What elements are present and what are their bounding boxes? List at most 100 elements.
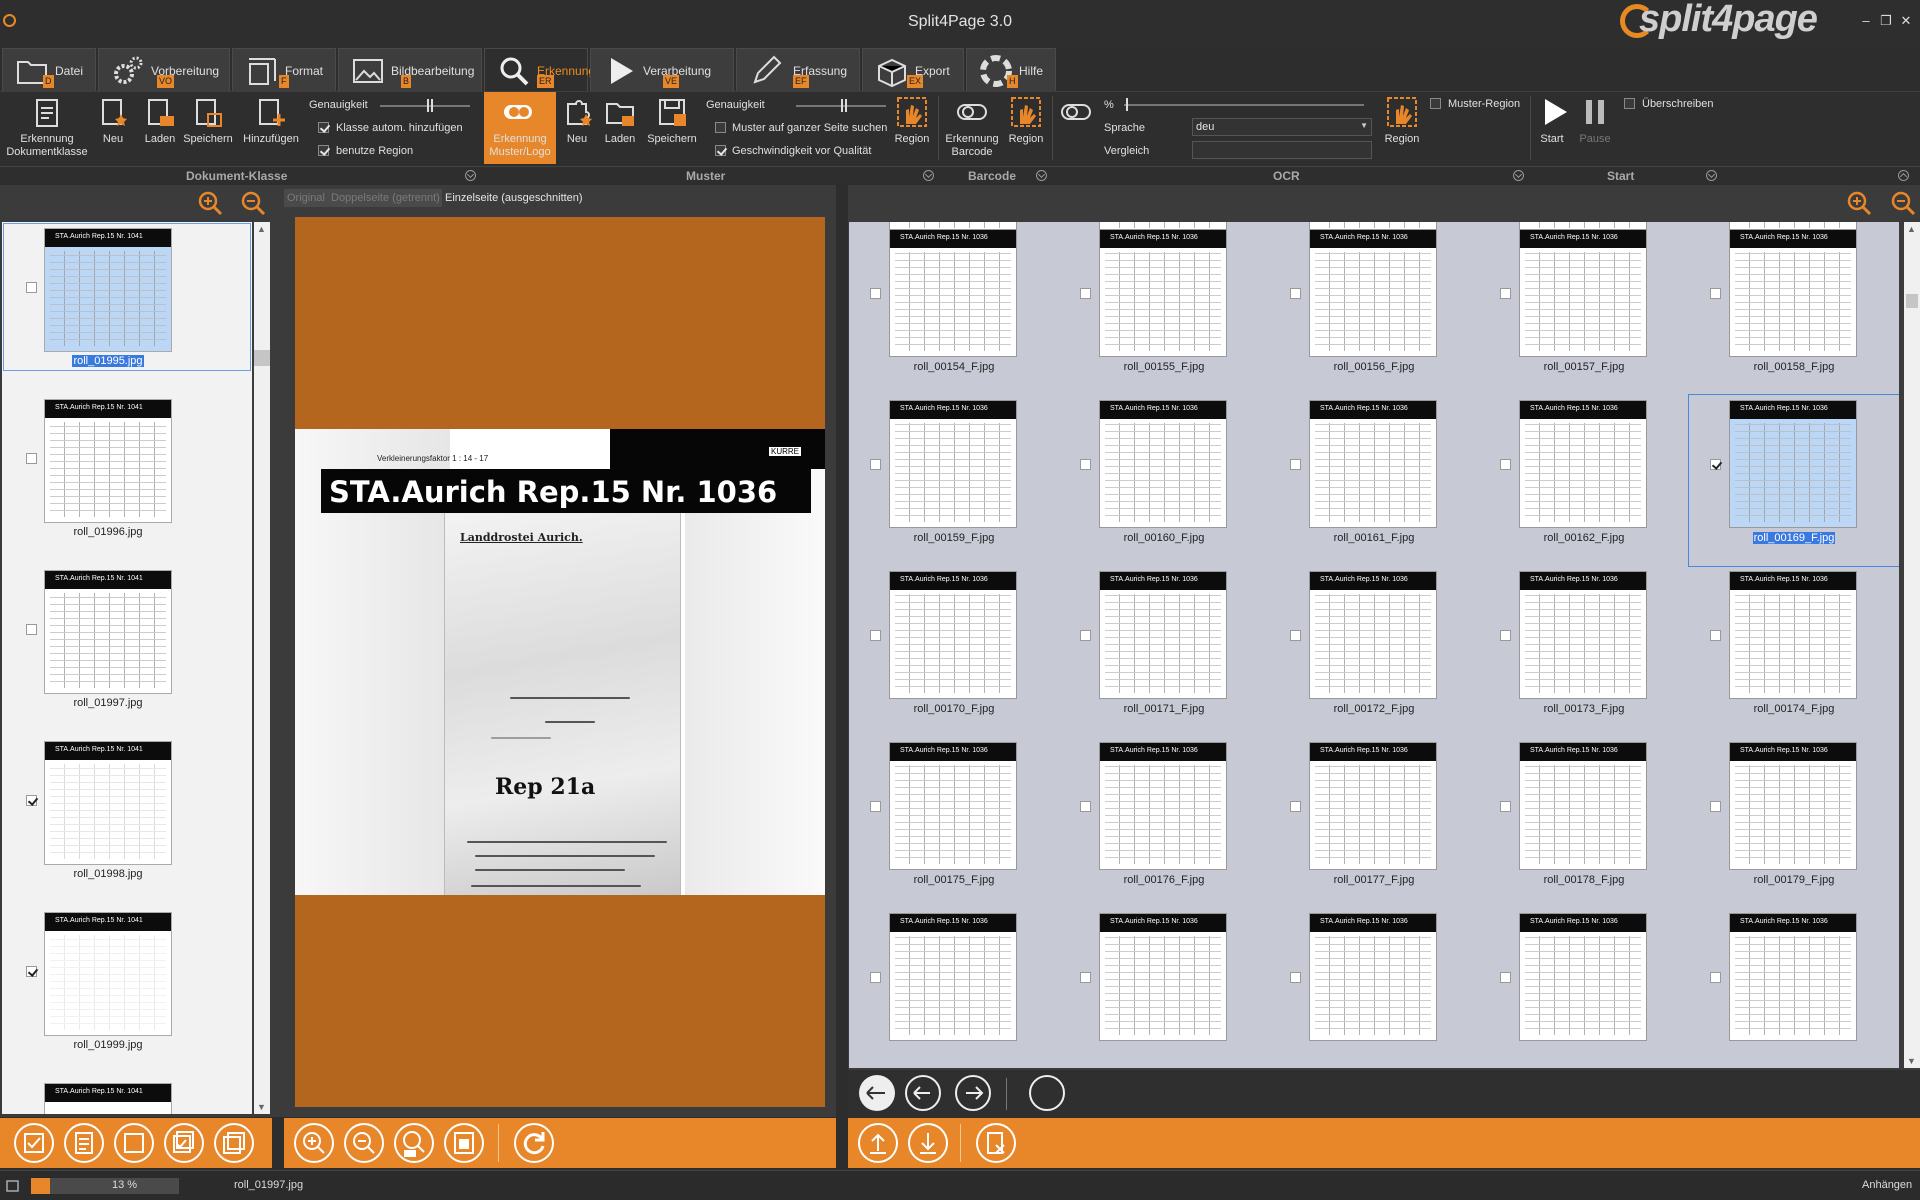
zoom-out-icon[interactable] — [1890, 190, 1916, 216]
move-left-circle-icon[interactable] — [858, 1074, 896, 1112]
tab-export[interactable]: Export EX — [862, 48, 964, 91]
grid-tile[interactable]: STA.Aurich Rep.15 Nr. 1036 roll_00179_F.j… — [1689, 737, 1899, 908]
grid-tile-checkbox[interactable] — [1290, 972, 1301, 983]
erkennung-muster-logo-button[interactable]: Erkennung Muster/Logo — [484, 92, 556, 164]
grid-tile[interactable]: STA.Aurich Rep.15 Nr. 1036 roll_00169_F.j… — [1688, 394, 1899, 567]
preview-zoom-100-icon[interactable] — [394, 1123, 434, 1163]
view-tab-einzelseite[interactable]: Einzelseite (ausgeschnitten) — [442, 189, 586, 207]
grid-tile[interactable]: STA.Aurich Rep.15 Nr. 1036 roll_00160_F.j… — [1059, 395, 1269, 566]
grid-tile[interactable]: STA.Aurich Rep.15 Nr. 1036 roll_00156_F.j… — [1269, 224, 1479, 395]
grid-tile-checkbox[interactable] — [1290, 630, 1301, 641]
view-tab-doppelseite[interactable]: Doppelseite (getrennt) — [328, 189, 443, 207]
pause-button[interactable]: Pause — [1578, 92, 1612, 164]
scroll-thumb[interactable] — [254, 350, 270, 366]
scroll-down-icon[interactable]: ▼ — [257, 1102, 266, 1112]
check-selected-icon[interactable] — [164, 1123, 204, 1163]
tab-bildbearbeitung[interactable]: Bildbearbeitung B — [338, 48, 482, 91]
list-item[interactable]: STA.Aurich Rep.15 Nr. 1041 roll_01995.jp… — [2, 222, 252, 372]
grid-tile-checkbox[interactable] — [870, 801, 881, 812]
grid-tile-checkbox[interactable] — [1500, 288, 1511, 299]
dk-neu-button[interactable]: Neu — [96, 92, 130, 164]
grid-tile-checkbox[interactable] — [1500, 630, 1511, 641]
list-item[interactable]: STA.Aurich Rep.15 Nr. 1041 — [2, 1077, 252, 1114]
erkennung-barcode-button[interactable]: Erkennung Barcode — [942, 92, 1002, 164]
grid-tile-checkbox[interactable] — [870, 630, 881, 641]
uncheck-all-icon[interactable] — [114, 1123, 154, 1163]
list-item[interactable]: STA.Aurich Rep.15 Nr. 1041 roll_01997.jp… — [2, 564, 252, 714]
muster-region-button[interactable]: Region — [892, 92, 932, 164]
expand-start-icon[interactable] — [1706, 170, 1717, 181]
grid-tile-checkbox[interactable] — [1290, 459, 1301, 470]
scroll-up-icon[interactable]: ▲ — [1907, 224, 1916, 234]
list-item-checkbox[interactable] — [26, 624, 37, 635]
expand-dokument-klasse-icon[interactable] — [465, 170, 476, 181]
grid-tile[interactable]: STA.Aurich Rep.15 Nr. 1036 — [1479, 908, 1689, 1068]
document-preview[interactable]: Verkleinerungsfaktor 1 : 14 - 17 KURRE S… — [295, 217, 825, 1107]
dk-genauigkeit-slider[interactable] — [380, 99, 470, 112]
check-all-icon[interactable] — [14, 1123, 54, 1163]
grid-tile-checkbox[interactable] — [1710, 630, 1721, 641]
muster-laden-button[interactable]: Laden — [600, 92, 640, 164]
grid-tile[interactable]: STA.Aurich Rep.15 Nr. 1036 roll_00158_F.j… — [1689, 224, 1899, 395]
grid-tile-checkbox[interactable] — [1290, 801, 1301, 812]
list-item[interactable]: STA.Aurich Rep.15 Nr. 1041 roll_01996.jp… — [2, 393, 252, 543]
grid-tile[interactable]: STA.Aurich Rep.15 Nr. 1036 — [1689, 908, 1899, 1068]
download-icon[interactable] — [908, 1123, 948, 1163]
sprache-select[interactable]: deu ▼ — [1192, 118, 1372, 136]
tab-vorbereitung[interactable]: Vorbereitung VO — [98, 48, 230, 91]
grid-tile[interactable]: STA.Aurich Rep.15 Nr. 1036 — [1059, 908, 1269, 1068]
vergleich-input[interactable] — [1192, 141, 1372, 159]
grid-tile[interactable]: STA.Aurich Rep.15 Nr. 1036 roll_00174_F.j… — [1689, 566, 1899, 737]
tab-datei[interactable]: Datei D — [2, 48, 96, 91]
close-button[interactable]: ✕ — [1898, 13, 1914, 31]
grid-tile-checkbox[interactable] — [870, 288, 881, 299]
ocr-percent-slider[interactable] — [1124, 98, 1364, 111]
move-forward-circle-icon[interactable] — [954, 1074, 992, 1112]
zoom-in-icon[interactable] — [197, 190, 223, 216]
left-scrollbar[interactable]: ▲ ▼ — [254, 222, 270, 1114]
list-item-checkbox[interactable] — [26, 966, 37, 977]
upload-icon[interactable] — [858, 1123, 898, 1163]
erkennung-dokumentklasse-button[interactable]: Erkennung Dokumentklasse — [2, 92, 92, 164]
ocr-toggle[interactable] — [1056, 92, 1096, 128]
muster-neu-button[interactable]: Neu — [560, 92, 594, 164]
expand-muster-icon[interactable] — [923, 170, 934, 181]
muster-ganze-seite-checkbox[interactable] — [715, 122, 726, 133]
empty-circle-icon[interactable] — [1028, 1074, 1066, 1112]
preview-zoom-in-icon[interactable] — [294, 1123, 334, 1163]
grid-tile-checkbox[interactable] — [1500, 801, 1511, 812]
grid-tile[interactable]: STA.Aurich Rep.15 Nr. 1036 roll_00159_F.j… — [849, 395, 1059, 566]
collapse-ribbon-icon[interactable] — [1898, 170, 1909, 181]
grid-tile[interactable]: STA.Aurich Rep.15 Nr. 1036 roll_00161_F.j… — [1269, 395, 1479, 566]
move-back-circle-icon[interactable] — [904, 1074, 942, 1112]
geschwindigkeit-checkbox[interactable] — [715, 145, 726, 156]
ueberschreiben-checkbox[interactable] — [1624, 98, 1635, 109]
grid-tile-checkbox[interactable] — [1080, 972, 1091, 983]
grid-tile-checkbox[interactable] — [870, 972, 881, 983]
dk-speichern-button[interactable]: Speichern — [182, 92, 234, 164]
preview-zoom-out-icon[interactable] — [344, 1123, 384, 1163]
grid-tile[interactable]: STA.Aurich Rep.15 Nr. 1036 roll_00157_F.j… — [1479, 224, 1689, 395]
grid-tile[interactable]: STA.Aurich Rep.15 Nr. 1036 roll_00176_F.j… — [1059, 737, 1269, 908]
dk-laden-button[interactable]: Laden — [140, 92, 180, 164]
grid-tile[interactable]: STA.Aurich Rep.15 Nr. 1036 roll_00154_F.j… — [849, 224, 1059, 395]
status-window-icon[interactable] — [6, 1179, 20, 1193]
minimize-button[interactable]: – — [1858, 13, 1874, 31]
grid-tile-checkbox[interactable] — [1710, 972, 1721, 983]
list-item-checkbox[interactable] — [26, 795, 37, 806]
grid-tile-checkbox[interactable] — [1080, 630, 1091, 641]
grid-tile[interactable]: STA.Aurich Rep.15 Nr. 1036 roll_00171_F.j… — [1059, 566, 1269, 737]
muster-genauigkeit-slider[interactable] — [796, 99, 886, 112]
grid-tile-checkbox[interactable] — [1500, 459, 1511, 470]
view-tab-original[interactable]: Original — [284, 189, 328, 207]
grid-tile[interactable]: STA.Aurich Rep.15 Nr. 1036 roll_00162_F.j… — [1479, 395, 1689, 566]
list-item-checkbox[interactable] — [26, 282, 37, 293]
check-list-icon[interactable] — [64, 1123, 104, 1163]
dk-hinzufuegen-button[interactable]: Hinzufügen — [242, 92, 300, 164]
refresh-icon[interactable] — [514, 1123, 554, 1163]
barcode-region-button[interactable]: Region — [1006, 92, 1046, 164]
list-item-checkbox[interactable] — [26, 453, 37, 464]
delete-page-icon[interactable] — [976, 1123, 1016, 1163]
grid-tile-checkbox[interactable] — [1080, 801, 1091, 812]
scroll-thumb[interactable] — [1906, 294, 1918, 308]
